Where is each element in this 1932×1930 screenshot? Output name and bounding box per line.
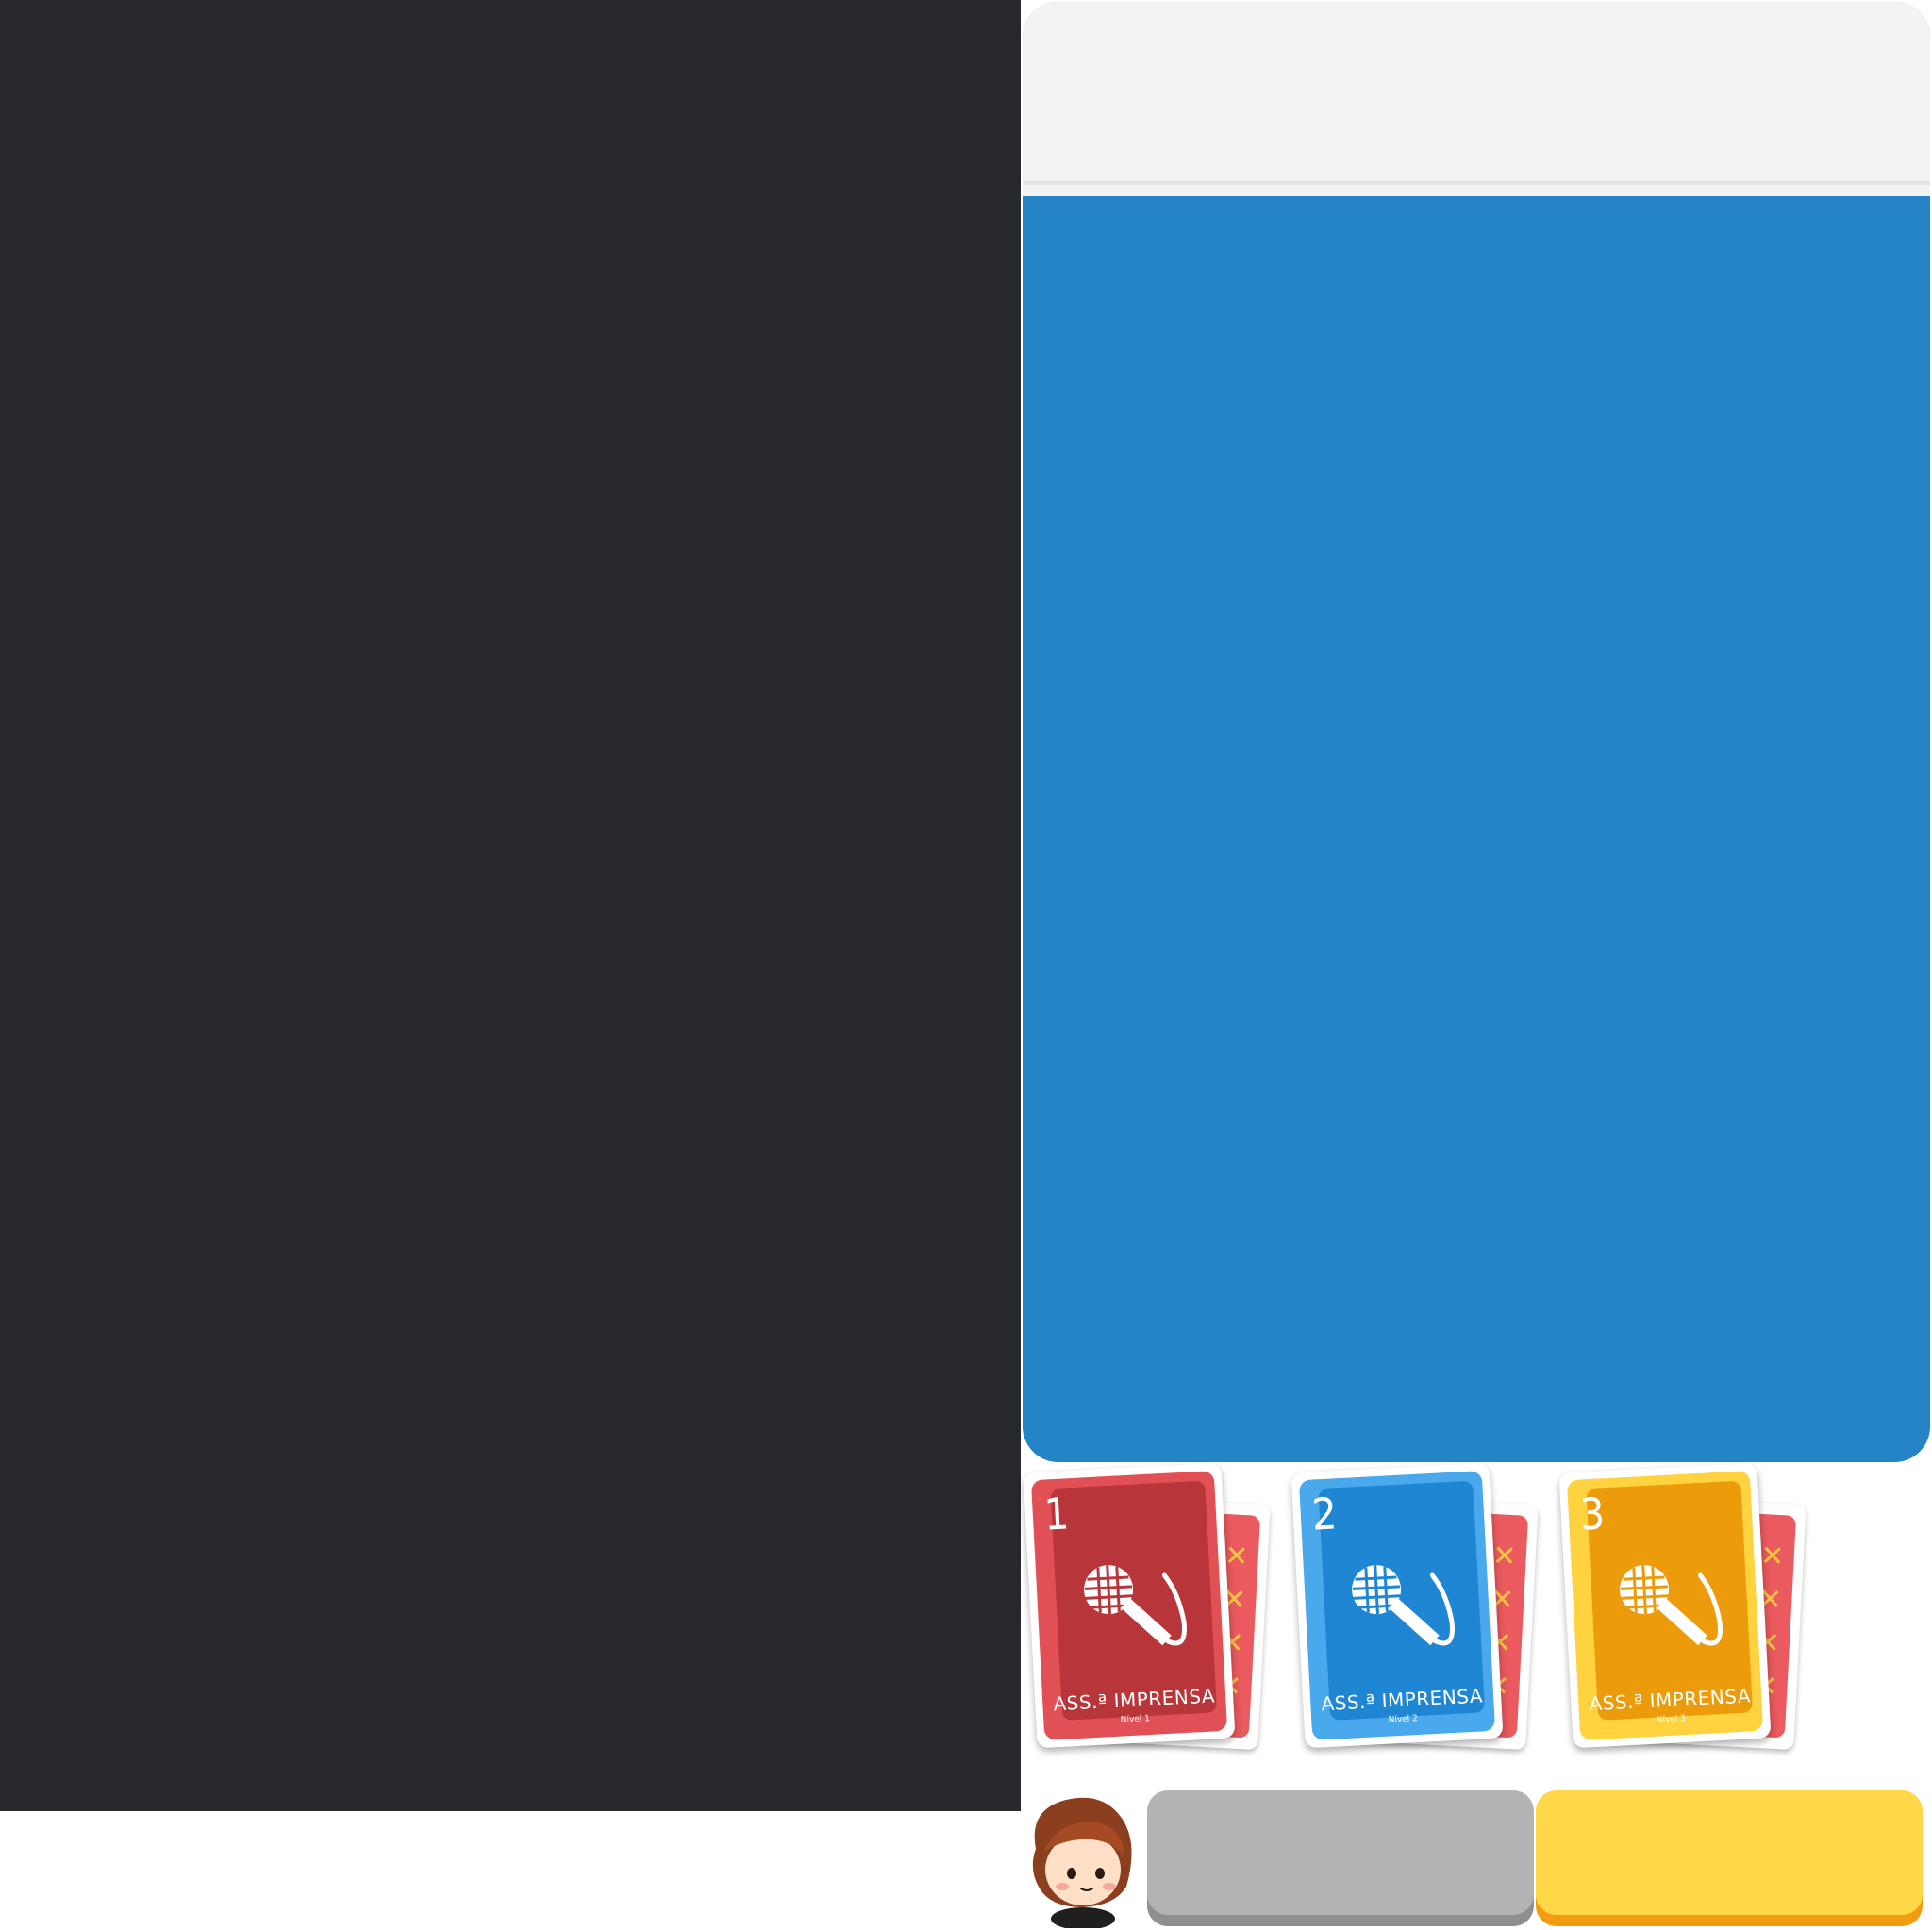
card-front[interactable]: 2 ASS.ª IMPRENSA Nível 2 [1291,1462,1504,1749]
microphone-icon [1084,1565,1187,1646]
game-board[interactable] [1023,196,1930,1462]
card-slot-3[interactable]: ✕ ✕ ✕ ✕ 3 ASS.ª IMPRENSA Nível 3 [1558,1462,1824,1785]
card-front[interactable]: 1 ASS.ª IMPRENSA Nível 1 [1023,1462,1236,1749]
header-separator [1023,185,1930,196]
card-number: 3 [1578,1488,1607,1540]
card-border: 3 ASS.ª IMPRENSA Nível 3 [1566,1471,1764,1740]
card-number: 2 [1310,1488,1339,1540]
game-header [1023,2,1930,185]
card-border: 2 ASS.ª IMPRENSA Nível 2 [1298,1471,1496,1740]
card-slot-1[interactable]: ✕ ✕ ✕ ✕ 1 ASS.ª IMPRENSA Nível 1 [1023,1462,1289,1785]
card-slot-2[interactable]: ✕ ✕ ✕ ✕ 2 ASS.ª IMPRENSA Nível 2 [1291,1462,1557,1785]
left-panel [0,0,1021,1811]
card-border: 1 ASS.ª IMPRENSA Nível 1 [1030,1471,1228,1740]
card-number: 1 [1042,1488,1071,1540]
player-avatar[interactable] [1019,1790,1145,1928]
game-panel [1023,2,1930,1462]
microphone-icon [1620,1565,1723,1646]
card-front[interactable]: 3 ASS.ª IMPRENSA Nível 3 [1558,1462,1772,1749]
microphone-icon [1352,1565,1455,1646]
gray-action-button[interactable] [1147,1790,1534,1926]
yellow-action-button[interactable] [1536,1790,1923,1926]
